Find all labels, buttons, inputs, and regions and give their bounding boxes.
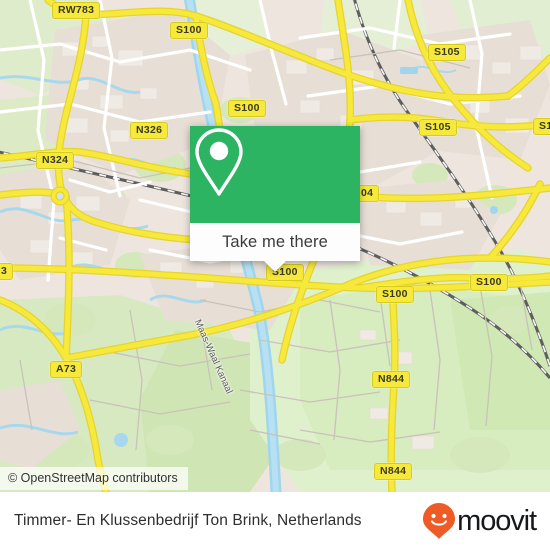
road-shield: S100 [470,274,508,291]
road-shield: N326 [130,122,169,139]
footer-bar: Timmer- En Klussenbedrijf Ton Brink, Net… [0,492,550,550]
road-shield: S105 [428,44,466,61]
road-shield: S100 [170,22,208,39]
road-shield: S105 [419,119,457,136]
moovit-logo[interactable]: moovit [422,502,537,540]
place-title: Timmer- En Klussenbedrijf Ton Brink, Net… [14,512,362,529]
road-shield: N844 [374,463,413,480]
road-shield: S100 [228,100,266,117]
road-shield: A73 [50,361,83,378]
road-shield: 3 [0,263,14,280]
location-callout-card[interactable]: Take me there [190,126,360,272]
map-pin-icon [195,128,243,196]
road-shield: S1 [533,118,550,135]
road-shield: N324 [36,152,75,169]
take-me-there-button[interactable]: Take me there [190,223,360,272]
road-shield: RW783 [52,2,101,19]
road-shield: N844 [372,371,411,388]
map-canvas[interactable]: RW783 S100 S105 S100 S105 S1 N326 N324 0… [0,0,550,492]
card-pin-area [190,126,360,223]
road-shield: S100 [376,286,414,303]
moovit-pin-icon [423,503,456,539]
moovit-wordmark: moovit [457,504,537,537]
card-pointer-tail [264,261,286,272]
map-screenshot: RW783 S100 S105 S100 S105 S1 N326 N324 0… [0,0,550,550]
osm-attribution[interactable]: © OpenStreetMap contributors [0,467,188,490]
take-me-there-label: Take me there [222,232,328,251]
